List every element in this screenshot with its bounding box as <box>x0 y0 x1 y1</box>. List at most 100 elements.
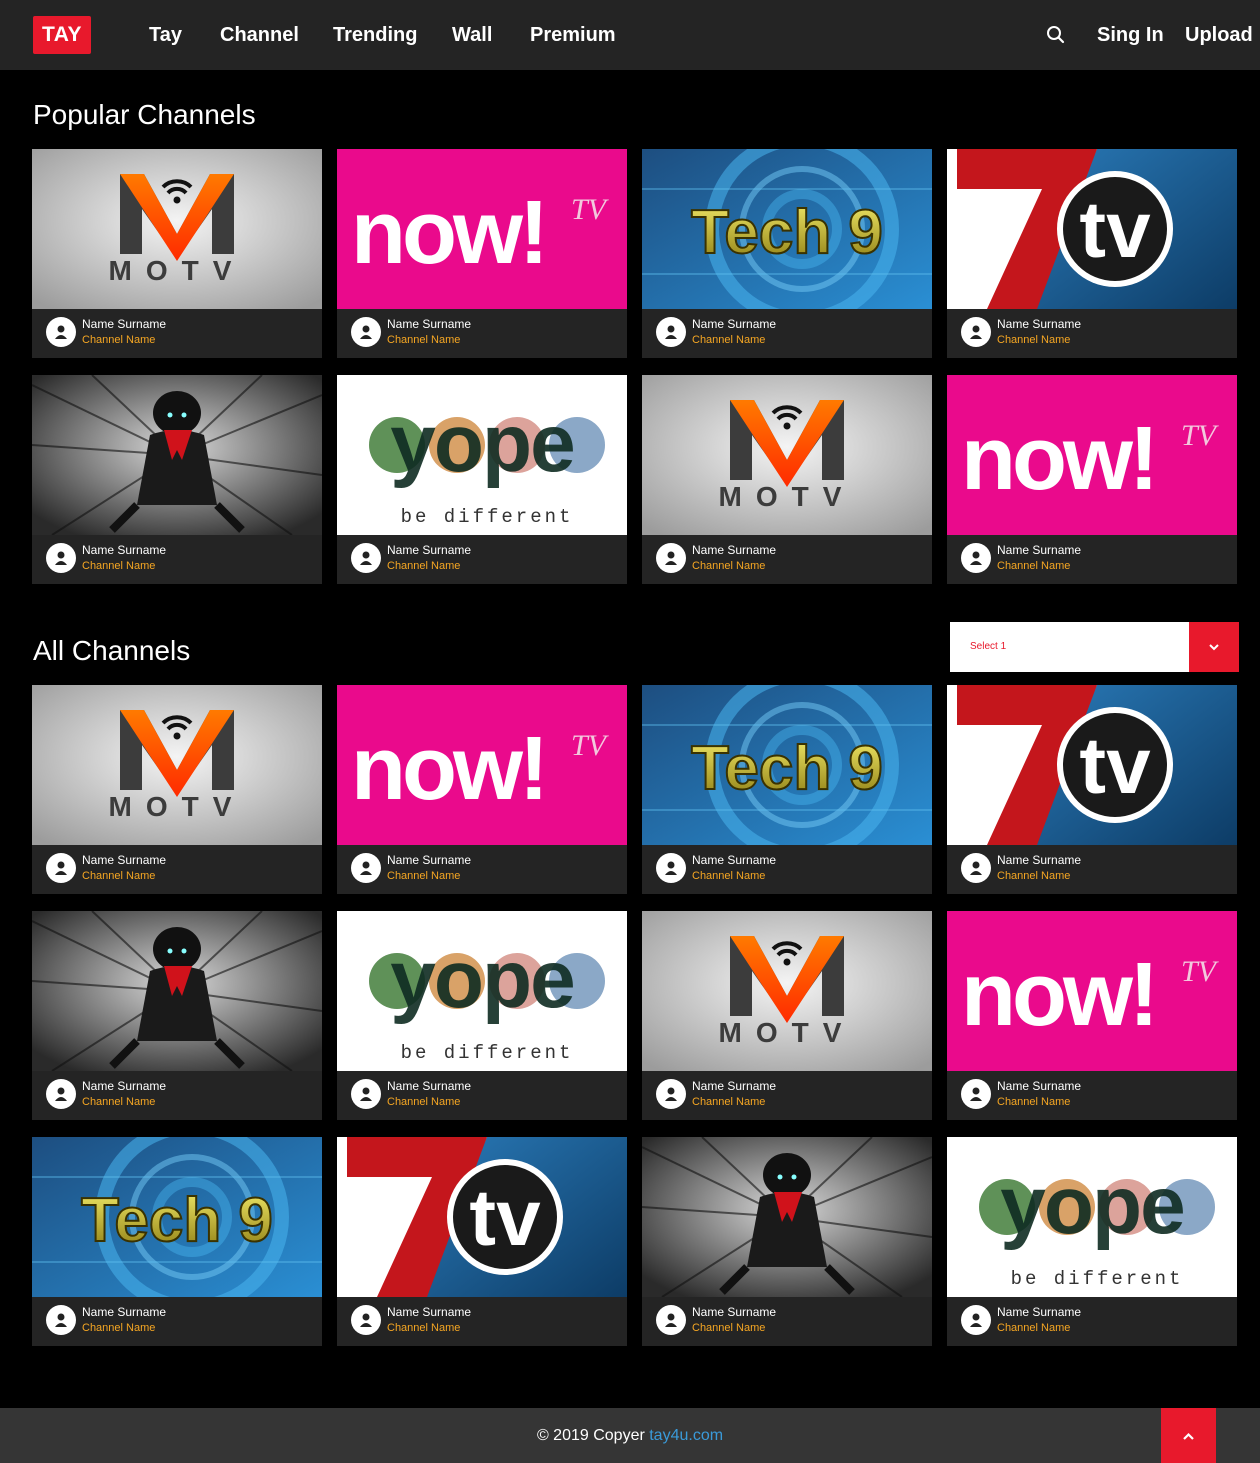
channel-card[interactable]: now! TV Name Surname Channel Name <box>947 375 1237 584</box>
nav-premium[interactable]: Premium <box>530 24 616 47</box>
search-icon[interactable] <box>1046 25 1066 45</box>
channel-name[interactable]: Channel Name <box>692 334 765 346</box>
channel-owner-name[interactable]: Name Surname <box>997 853 1081 867</box>
nav-channel[interactable]: Channel <box>220 24 299 47</box>
channel-name[interactable]: Channel Name <box>692 560 765 572</box>
channel-name[interactable]: Channel Name <box>997 334 1070 346</box>
channel-owner-name[interactable]: Name Surname <box>997 543 1081 557</box>
channel-card[interactable]: yope be different Name Surname Channel N… <box>947 1137 1237 1346</box>
avatar <box>961 1079 991 1109</box>
channel-owner-name[interactable]: Name Surname <box>692 543 776 557</box>
channel-name[interactable]: Channel Name <box>387 560 460 572</box>
select-toggle-button[interactable] <box>1189 622 1239 672</box>
svg-text:MOTV: MOTV <box>719 1017 856 1048</box>
channel-name[interactable]: Channel Name <box>82 334 155 346</box>
channel-owner-name[interactable]: Name Surname <box>387 1305 471 1319</box>
svg-text:tv: tv <box>1079 721 1151 810</box>
7tv-logo-image: tv <box>337 1137 627 1297</box>
channel-thumbnail[interactable] <box>32 911 322 1071</box>
channel-thumbnail[interactable]: MOTV <box>32 149 322 309</box>
channel-filter-select[interactable]: Select 1 <box>950 622 1239 672</box>
channel-thumbnail[interactable]: now! TV <box>337 685 627 845</box>
sign-in-link[interactable]: Sing In <box>1097 24 1164 47</box>
channel-owner-name[interactable]: Name Surname <box>692 1079 776 1093</box>
channel-thumbnail[interactable]: yope be different <box>337 911 627 1071</box>
channel-card[interactable]: MOTV Name Surname Channel Name <box>642 375 932 584</box>
channel-owner-name[interactable]: Name Surname <box>82 853 166 867</box>
channel-owner-name[interactable]: Name Surname <box>387 1079 471 1093</box>
channel-card[interactable]: Name Surname Channel Name <box>642 1137 932 1346</box>
channel-name[interactable]: Channel Name <box>82 560 155 572</box>
nav-trending[interactable]: Trending <box>333 24 417 47</box>
channel-thumbnail[interactable] <box>32 375 322 535</box>
channel-thumbnail[interactable]: now! TV <box>337 149 627 309</box>
channel-thumbnail[interactable]: yope be different <box>337 375 627 535</box>
channel-owner-name[interactable]: Name Surname <box>387 543 471 557</box>
channel-card[interactable]: Tech 9 Name Surname Channel Name <box>642 685 932 894</box>
channel-thumbnail[interactable]: tv <box>337 1137 627 1297</box>
channel-owner-name[interactable]: Name Surname <box>387 317 471 331</box>
channel-card[interactable]: Name Surname Channel Name <box>32 911 322 1120</box>
channel-name[interactable]: Channel Name <box>997 1096 1070 1108</box>
channel-owner-name[interactable]: Name Surname <box>997 1079 1081 1093</box>
channel-owner-name[interactable]: Name Surname <box>82 1079 166 1093</box>
motv-logo-image: MOTV <box>642 911 932 1071</box>
channel-owner-name[interactable]: Name Surname <box>997 1305 1081 1319</box>
svg-text:tv: tv <box>469 1173 541 1262</box>
channel-name[interactable]: Channel Name <box>82 870 155 882</box>
channel-thumbnail[interactable]: MOTV <box>642 911 932 1071</box>
channel-name[interactable]: Channel Name <box>82 1096 155 1108</box>
channel-card[interactable]: tv Name Surname Channel Name <box>337 1137 627 1346</box>
nav-tay[interactable]: Tay <box>149 24 182 47</box>
channel-name[interactable]: Channel Name <box>387 1322 460 1334</box>
channel-name[interactable]: Channel Name <box>692 1322 765 1334</box>
channel-name[interactable]: Channel Name <box>387 1096 460 1108</box>
upload-link[interactable]: Upload <box>1185 24 1253 47</box>
channel-card[interactable]: MOTV Name Surname Channel Name <box>32 149 322 358</box>
channel-thumbnail[interactable]: MOTV <box>642 375 932 535</box>
channel-owner-name[interactable]: Name Surname <box>692 317 776 331</box>
channel-card[interactable]: now! TV Name Surname Channel Name <box>337 149 627 358</box>
channel-card[interactable]: Tech 9 Name Surname Channel Name <box>642 149 932 358</box>
channel-owner-name[interactable]: Name Surname <box>82 1305 166 1319</box>
channel-owner-name[interactable]: Name Surname <box>997 317 1081 331</box>
channel-thumbnail[interactable]: Tech 9 <box>642 149 932 309</box>
footer-link[interactable]: tay4u.com <box>649 1427 723 1444</box>
channel-owner-name[interactable]: Name Surname <box>692 853 776 867</box>
site-logo[interactable]: TAY <box>33 16 91 54</box>
channel-thumbnail[interactable]: now! TV <box>947 911 1237 1071</box>
channel-card[interactable]: MOTV Name Surname Channel Name <box>32 685 322 894</box>
back-to-top-button[interactable] <box>1161 1408 1216 1463</box>
channel-name[interactable]: Channel Name <box>387 870 460 882</box>
channel-name[interactable]: Channel Name <box>82 1322 155 1334</box>
channel-card[interactable]: now! TV Name Surname Channel Name <box>337 685 627 894</box>
channel-thumbnail[interactable]: now! TV <box>947 375 1237 535</box>
channel-card[interactable]: yope be different Name Surname Channel N… <box>337 911 627 1120</box>
channel-owner-name[interactable]: Name Surname <box>82 543 166 557</box>
channel-thumbnail[interactable]: Tech 9 <box>32 1137 322 1297</box>
channel-owner-name[interactable]: Name Surname <box>387 853 471 867</box>
channel-name[interactable]: Channel Name <box>997 870 1070 882</box>
channel-owner-name[interactable]: Name Surname <box>692 1305 776 1319</box>
channel-thumbnail[interactable]: MOTV <box>32 685 322 845</box>
channel-name[interactable]: Channel Name <box>997 560 1070 572</box>
channel-card[interactable]: tv Name Surname Channel Name <box>947 149 1237 358</box>
channel-card[interactable]: Name Surname Channel Name <box>32 375 322 584</box>
channel-name[interactable]: Channel Name <box>692 1096 765 1108</box>
channel-name[interactable]: Channel Name <box>387 334 460 346</box>
channel-thumbnail[interactable]: Tech 9 <box>642 685 932 845</box>
channel-owner-name[interactable]: Name Surname <box>82 317 166 331</box>
channel-name[interactable]: Channel Name <box>997 1322 1070 1334</box>
channel-card[interactable]: MOTV Name Surname Channel Name <box>642 911 932 1120</box>
channel-thumbnail[interactable]: yope be different <box>947 1137 1237 1297</box>
channel-thumbnail[interactable] <box>642 1137 932 1297</box>
channel-card[interactable]: Tech 9 Name Surname Channel Name <box>32 1137 322 1346</box>
channel-card[interactable]: tv Name Surname Channel Name <box>947 685 1237 894</box>
nav-wall[interactable]: Wall <box>452 24 492 47</box>
channel-card[interactable]: yope be different Name Surname Channel N… <box>337 375 627 584</box>
channel-thumbnail[interactable]: tv <box>947 149 1237 309</box>
channel-thumbnail[interactable]: tv <box>947 685 1237 845</box>
user-icon <box>360 861 372 875</box>
channel-card[interactable]: now! TV Name Surname Channel Name <box>947 911 1237 1120</box>
channel-name[interactable]: Channel Name <box>692 870 765 882</box>
